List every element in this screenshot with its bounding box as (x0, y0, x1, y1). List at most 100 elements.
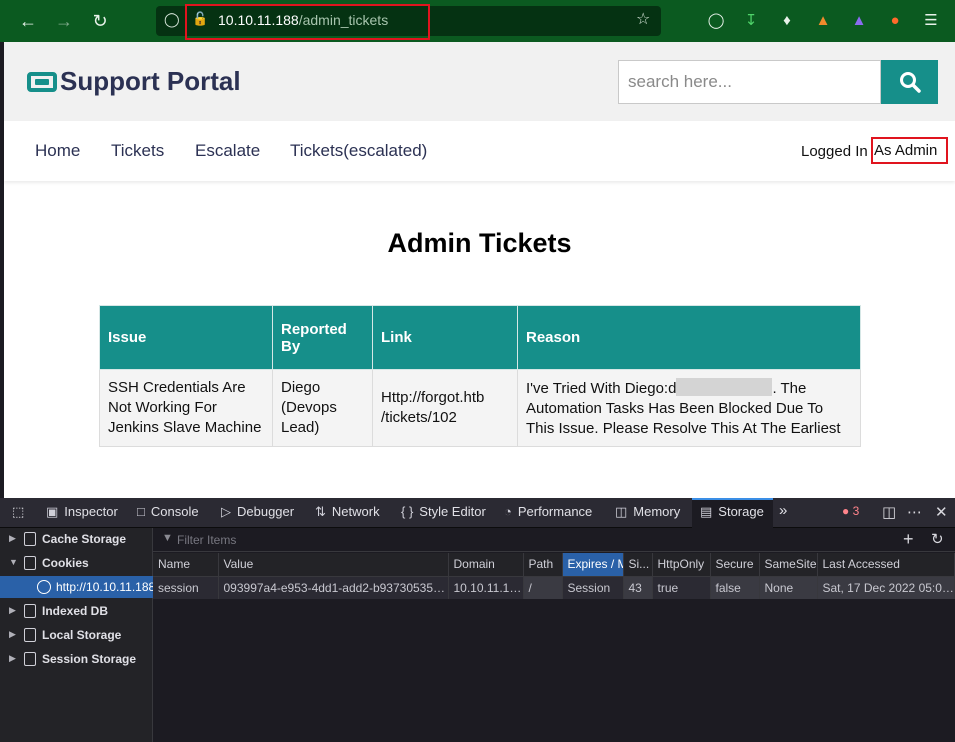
inspector-icon: ▣ (46, 504, 59, 519)
duckduckgo-icon[interactable]: ● (885, 11, 905, 31)
tab-style-editor[interactable]: { } Style Editor (401, 504, 486, 519)
error-count-badge[interactable]: ● 3 (842, 504, 859, 518)
error-icon: ● (842, 504, 850, 518)
tree-local-storage[interactable]: ▶ Local Storage (0, 624, 153, 646)
bookmark-star-icon[interactable]: ☆ (636, 9, 650, 29)
search-input[interactable] (618, 60, 881, 104)
nav-escalate[interactable]: Escalate (195, 141, 260, 161)
filter-items-input[interactable] (161, 530, 861, 550)
url-path: /admin_tickets (298, 12, 389, 28)
tab-debugger[interactable]: ▷ Debugger (221, 504, 294, 520)
devtools-tabbar: ⬚ ▣ Inspector □ Console ▷ Debugger ⇅ Network… (0, 498, 955, 528)
refresh-icon[interactable]: ↻ (931, 530, 944, 548)
tab-memory-label: Memory (633, 504, 681, 519)
reason-prefix: I've Tried With Diego:d (526, 379, 677, 397)
badge-extension-icon[interactable]: ▲ (849, 11, 869, 31)
url-text[interactable]: 10.10.11.188/admin_tickets (218, 12, 388, 28)
extension-icon[interactable]: ♦ (777, 11, 797, 31)
menu-icon[interactable]: ☰ (921, 11, 941, 31)
expand-arrow-icon: ▶ (9, 533, 16, 543)
shield-icon[interactable]: ◯ (164, 11, 180, 28)
table-header-row: Issue Reported By Link Reason (99, 305, 861, 370)
console-icon: □ (137, 504, 145, 519)
collapse-arrow-icon: ▼ (9, 557, 18, 567)
tree-session-storage[interactable]: ▶ Session Storage (0, 648, 153, 670)
tree-cookie-host[interactable]: http://10.10.11.188 (0, 576, 155, 598)
tab-console[interactable]: □ Console (137, 504, 199, 519)
site-header: Support Portal (4, 42, 955, 121)
cookie-httponly[interactable]: true (652, 576, 711, 599)
cookie-col-name[interactable]: Name (153, 553, 219, 577)
tab-debugger-label: Debugger (237, 504, 295, 519)
tab-performance-label: Performance (517, 504, 593, 519)
cookie-value[interactable]: 093997a4-e953-4dd1-add2-b93730535d07 (218, 576, 449, 599)
add-item-icon[interactable]: + (903, 529, 914, 550)
tree-indexed-db[interactable]: ▶ Indexed DB (0, 600, 153, 622)
search-button[interactable] (881, 60, 938, 104)
admin-tickets-table: Issue Reported By Link Reason SSH Creden… (99, 305, 861, 447)
cookie-col-samesite[interactable]: SameSite (759, 553, 818, 577)
cookie-row[interactable]: session 093997a4-e953-4dd1-add2-b9373053… (153, 576, 955, 599)
expand-arrow-icon: ▶ (9, 629, 16, 639)
cookie-secure[interactable]: false (710, 576, 760, 599)
logo-text[interactable]: Support Portal (60, 66, 241, 97)
cookie-col-last-accessed[interactable]: Last Accessed (817, 553, 955, 577)
cookie-col-size[interactable]: Si... (623, 553, 653, 577)
storage-db-icon (24, 628, 36, 642)
cookie-col-expires[interactable]: Expires / M (562, 553, 624, 577)
col-link: Link (372, 305, 518, 370)
tab-network[interactable]: ⇅ Network (315, 504, 380, 520)
pick-element-icon[interactable]: ⬚ (12, 504, 24, 520)
cookie-samesite[interactable]: None (759, 576, 818, 599)
storage-db-icon (24, 604, 36, 618)
error-count: 3 (852, 504, 860, 518)
tree-cookies[interactable]: ▼ Cookies (0, 552, 153, 574)
pocket-icon[interactable]: ◯ (706, 11, 726, 31)
nav-tickets[interactable]: Tickets (111, 141, 164, 161)
dock-icon[interactable]: ◫ (882, 503, 896, 521)
tab-storage[interactable]: ▤ Storage (700, 504, 764, 520)
style-editor-icon: { } (401, 504, 414, 519)
nav-home[interactable]: Home (35, 141, 80, 161)
cookie-path[interactable]: / (523, 576, 563, 599)
cookie-domain[interactable]: 10.10.11.188 (448, 576, 524, 599)
logged-in-label: Logged In (801, 143, 868, 160)
table-row: SSH Credentials Are Not Working For Jenk… (99, 369, 861, 447)
expand-arrow-icon: ▶ (9, 605, 16, 615)
col-issue: Issue (99, 305, 273, 370)
download-icon[interactable]: ↧ (741, 11, 761, 31)
cookie-last-accessed[interactable]: Sat, 17 Dec 2022 05:09:... (817, 576, 955, 599)
cookie-col-domain[interactable]: Domain (448, 553, 524, 577)
forward-arrow-icon[interactable]: → (52, 9, 76, 33)
cookie-expires[interactable]: Session (562, 576, 624, 599)
cookie-col-value[interactable]: Value (218, 553, 449, 577)
more-options-icon[interactable]: ⋯ (907, 503, 922, 521)
tree-cache-storage[interactable]: ▶ Cache Storage (0, 528, 153, 550)
cookie-col-path[interactable]: Path (523, 553, 563, 577)
reload-icon[interactable]: ↻ (88, 9, 112, 33)
tab-inspector-label: Inspector (64, 504, 118, 519)
cookie-col-secure[interactable]: Secure (710, 553, 760, 577)
tab-performance[interactable]: ◔ Performance (504, 504, 592, 519)
cell-reported-by: Diego (Devops Lead) (272, 369, 373, 447)
site-nav: Home Tickets Escalate Tickets(escalated)… (4, 121, 955, 181)
tab-memory[interactable]: ◫ Memory (615, 504, 680, 520)
tab-network-label: Network (331, 504, 380, 519)
back-arrow-icon[interactable]: ← (16, 9, 40, 33)
tree-label: Session Storage (42, 652, 137, 666)
debugger-icon: ▷ (221, 504, 231, 519)
cookie-col-httponly[interactable]: HttpOnly (652, 553, 711, 577)
close-devtools-icon[interactable]: ✕ (935, 503, 948, 521)
nav-tickets-escalated[interactable]: Tickets(escalated) (290, 141, 427, 161)
ticket-logo-icon (27, 72, 57, 92)
col-reported-by: Reported By (272, 305, 373, 370)
more-tabs-icon[interactable]: » (779, 502, 787, 519)
fox-extension-icon[interactable]: ▲ (813, 11, 833, 31)
cookie-size[interactable]: 43 (623, 576, 653, 599)
tab-inspector[interactable]: ▣ Inspector (46, 504, 118, 520)
cookie-header-row: Name Value Domain Path Expires / M Si...… (153, 553, 955, 577)
cookie-name[interactable]: session (153, 576, 219, 599)
browser-toolbar: ← → ↻ ◯ 🔓 10.10.11.188/admin_tickets ☆ ◯… (0, 0, 955, 42)
search-icon (900, 72, 921, 93)
cell-link: Http://forgot.htb /tickets/102 (372, 369, 518, 447)
